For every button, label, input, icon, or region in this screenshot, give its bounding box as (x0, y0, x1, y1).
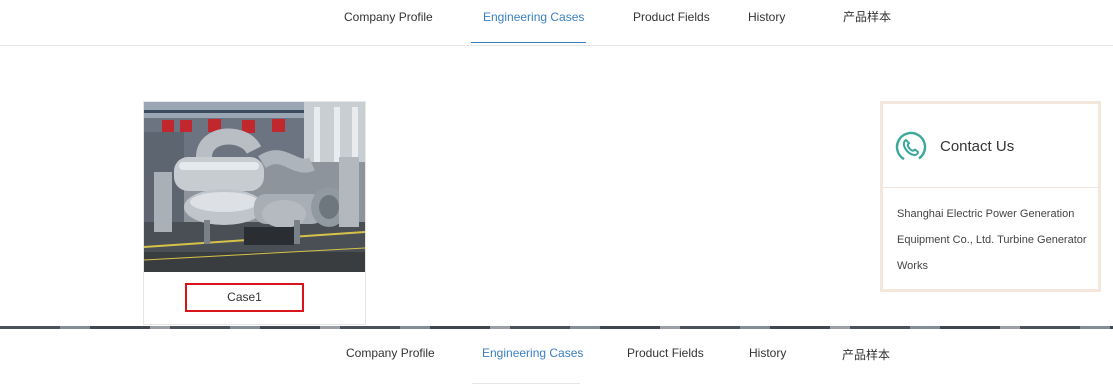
nav-product-samples[interactable]: 产品样本 (843, 0, 891, 45)
case-label[interactable]: Case1 (185, 283, 304, 312)
top-navigation: Company Profile Engineering Cases Produc… (0, 0, 1113, 46)
bottom-nav-underline (472, 383, 580, 384)
bottom-nav-company-profile[interactable]: Company Profile (346, 346, 435, 360)
contact-line: Shanghai Electric Power Generation (897, 208, 1075, 220)
bottom-navigation: Company Profile Engineering Cases Produc… (0, 340, 1113, 386)
contact-line: Works (897, 260, 928, 272)
active-tab-underline (471, 42, 586, 43)
bottom-nav-product-samples[interactable]: 产品样本 (842, 346, 890, 363)
nav-history[interactable]: History (748, 0, 785, 45)
contact-address: Shanghai Electric Power Generation Equip… (897, 201, 1097, 279)
phone-icon (895, 131, 927, 163)
nav-engineering-cases[interactable]: Engineering Cases (483, 0, 584, 45)
nav-product-fields[interactable]: Product Fields (633, 0, 710, 45)
contact-line: Equipment Co., Ltd. Turbine Generator (897, 234, 1087, 246)
bottom-nav-engineering-cases[interactable]: Engineering Cases (482, 346, 583, 360)
bottom-nav-product-fields[interactable]: Product Fields (627, 346, 704, 360)
nav-company-profile[interactable]: Company Profile (344, 0, 433, 45)
contact-title: Contact Us (940, 138, 1015, 155)
case-image[interactable] (144, 102, 365, 272)
contact-panel: Contact Us Shanghai Electric Power Gener… (880, 101, 1101, 292)
contact-header: Contact Us (883, 104, 1098, 188)
case-card[interactable]: Case1 (143, 101, 366, 325)
bottom-nav-history[interactable]: History (749, 346, 786, 360)
section-divider (0, 326, 1113, 329)
